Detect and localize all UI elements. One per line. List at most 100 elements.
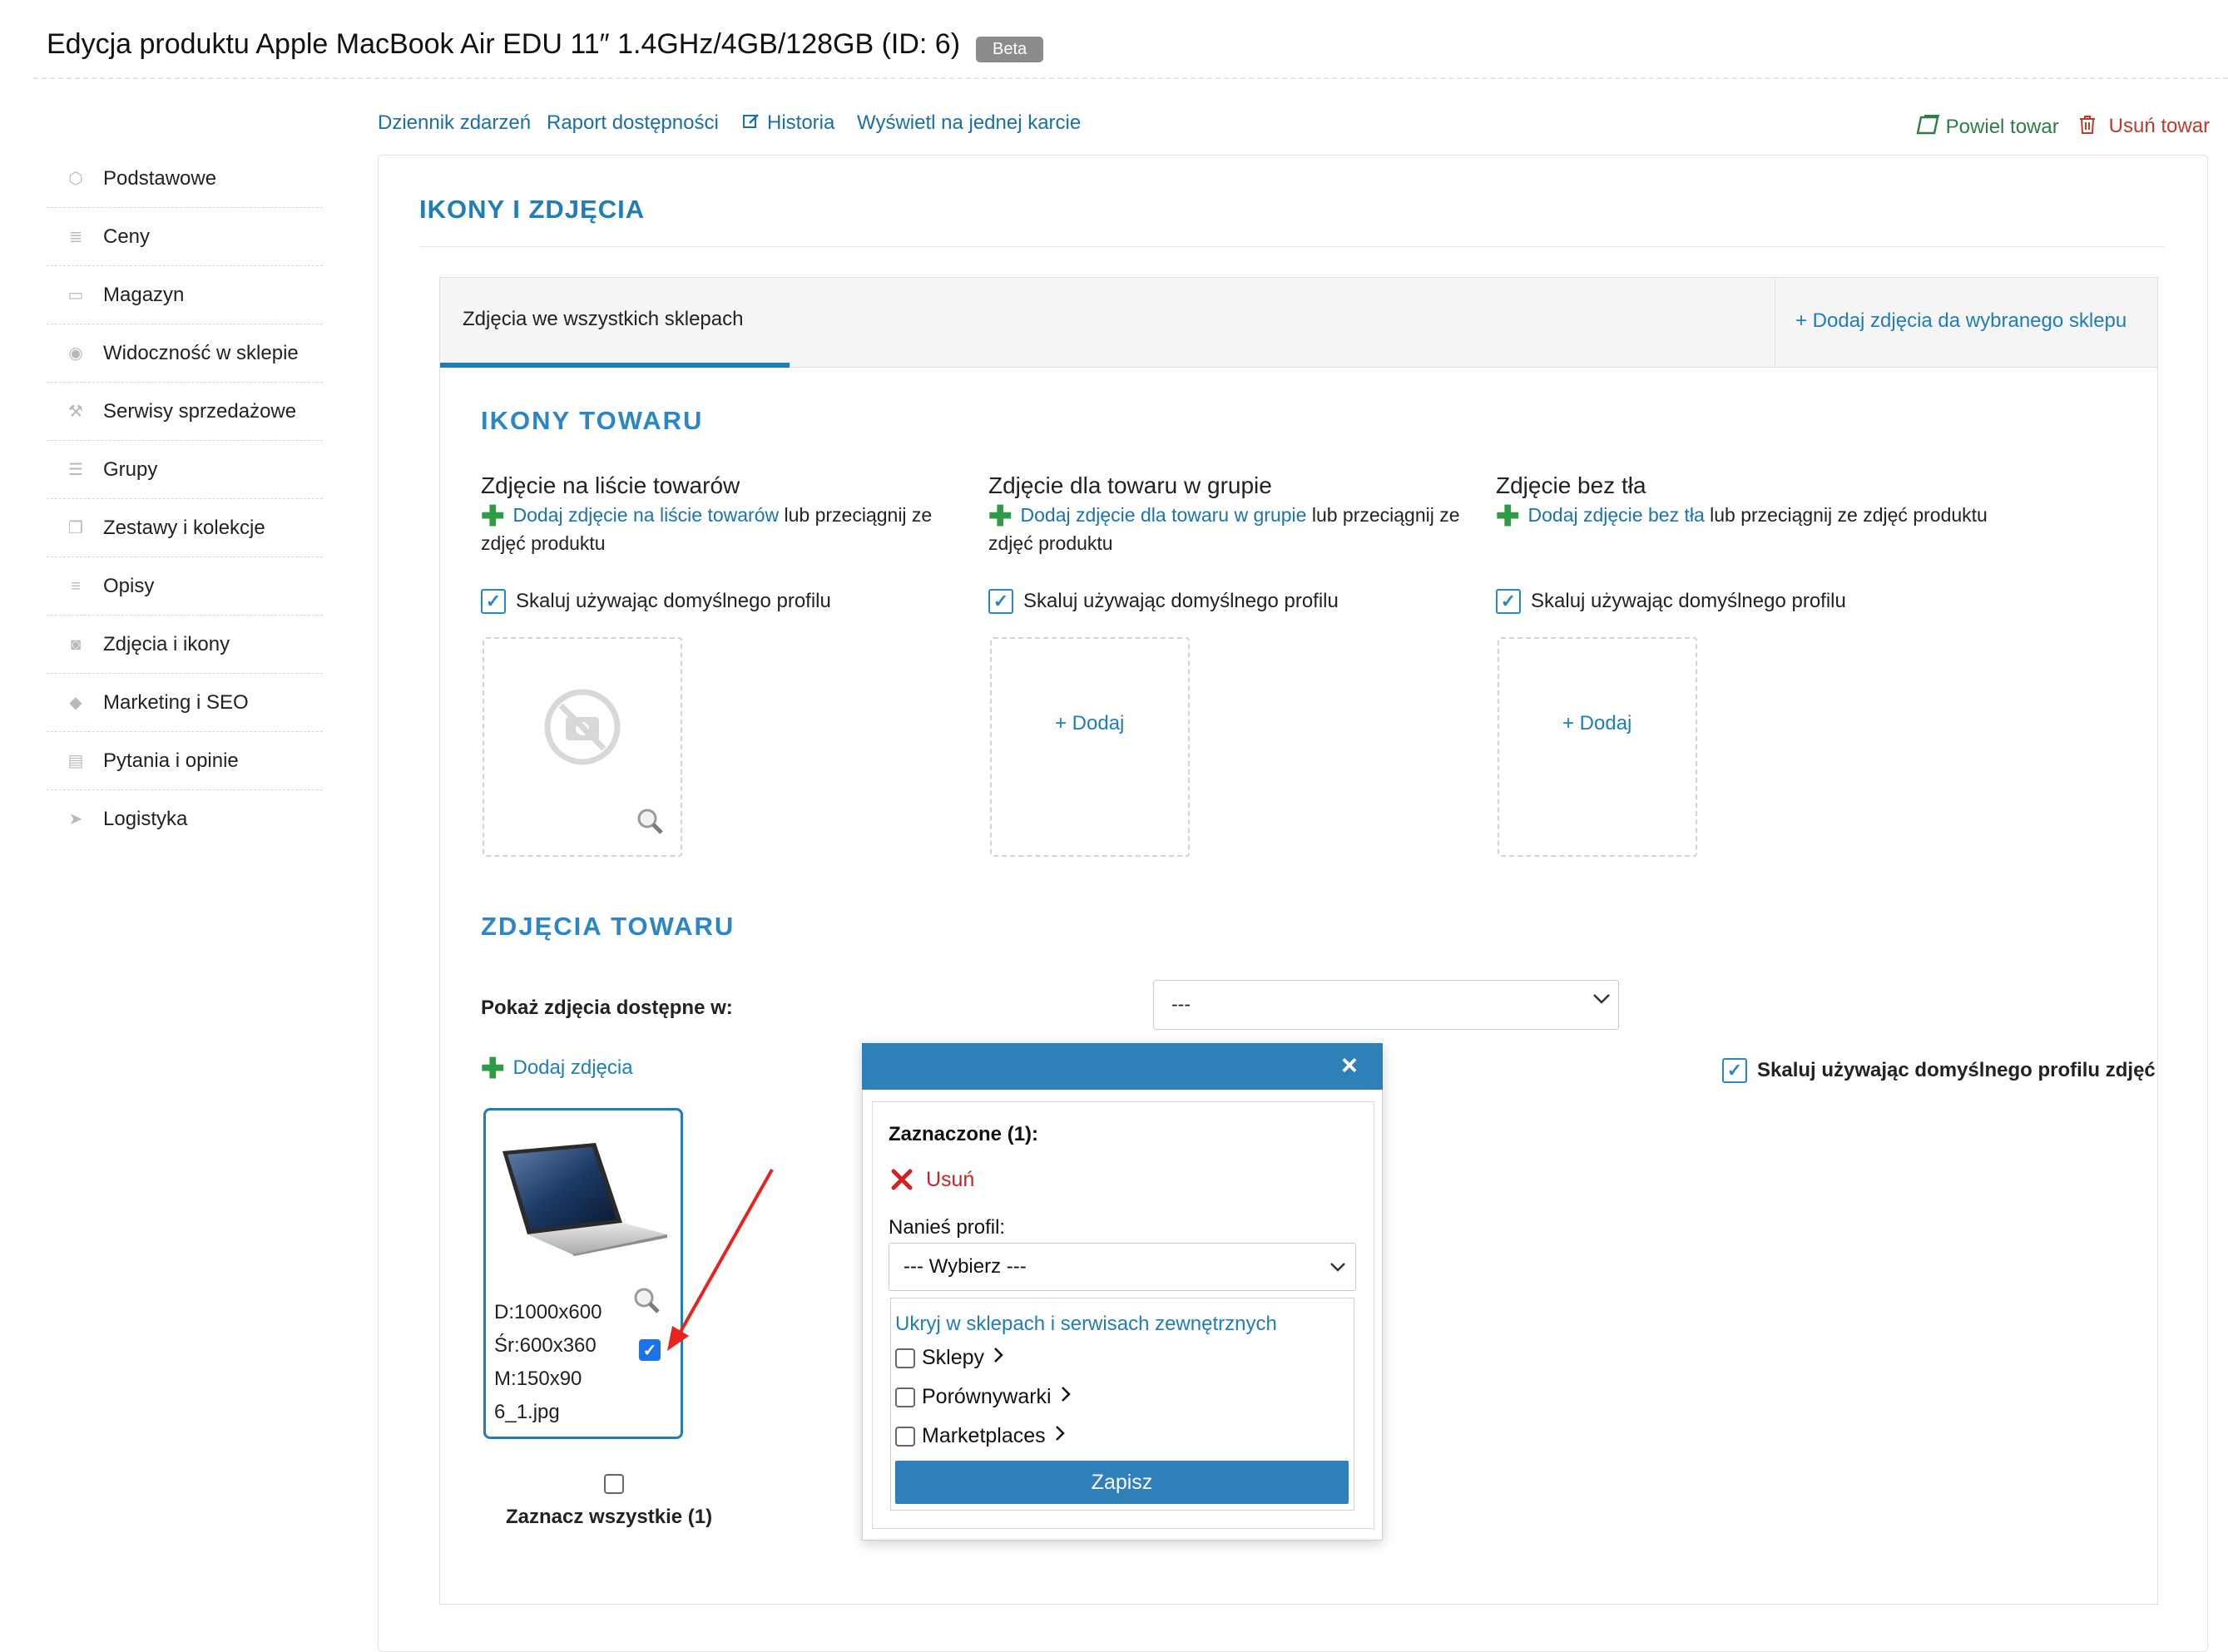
duplicate-icon: [1915, 115, 1946, 138]
add-photo-target[interactable]: dla towaru w grupie: [1141, 504, 1306, 526]
comment-icon: ▤: [67, 751, 84, 770]
delete-label: Usuń towar: [2108, 115, 2211, 137]
sidebar-item-basic[interactable]: ⬡ Podstawowe: [47, 150, 323, 208]
sidebar-item-sales-services[interactable]: ⚒ Serwisy sprzedażowe: [47, 383, 323, 441]
sidebar-item-questions[interactable]: ▤ Pytania i opinie: [47, 732, 323, 790]
add-photo-link[interactable]: Dodaj zdjęcie: [513, 504, 628, 526]
scale-checkbox-row[interactable]: ✓ Skaluj używając domyślnego profilu: [481, 589, 831, 614]
add-icon-button[interactable]: + Dodaj: [1055, 712, 1124, 735]
add-photo-target[interactable]: bez tła: [1648, 504, 1705, 526]
option-shops[interactable]: Sklepy: [895, 1346, 1004, 1370]
icon-dropzone[interactable]: [1498, 637, 1697, 857]
tab-add-shop-photos[interactable]: + Dodaj zdjęcia da wybranego sklepu: [1795, 309, 2127, 333]
select-all-label: Zaznacz wszystkie (1): [506, 1506, 713, 1528]
show-in-select[interactable]: [1153, 980, 1619, 1030]
option-comparators[interactable]: Porównywarki: [895, 1385, 1072, 1409]
chevron-down-icon: [1592, 993, 1611, 1009]
show-in-select-value: ---: [1171, 993, 1191, 1015]
marketplaces-checkbox[interactable]: [895, 1426, 915, 1447]
checkmark-icon[interactable]: ✓: [481, 589, 506, 614]
sidebar-item-prices[interactable]: ≣ Ceny: [47, 208, 323, 266]
hammer-icon: ⚒: [68, 402, 83, 421]
plus-icon: ✚: [481, 1053, 505, 1085]
photo-size-large: D:1000x600: [494, 1301, 602, 1323]
add-photo-link[interactable]: Dodaj zdjęcie: [1528, 504, 1643, 526]
chevron-right-icon[interactable]: [993, 1346, 1004, 1370]
add-photo-link[interactable]: Dodaj zdjęcie: [1021, 504, 1136, 526]
no-photo-icon: [542, 687, 622, 771]
column-heading: Zdjęcie dla towaru w grupie: [988, 472, 1272, 498]
sidebar-item-label: Serwisy sprzedażowe: [103, 399, 297, 423]
sidebar-item-visibility[interactable]: ◉ Widoczność w sklepie: [47, 324, 323, 383]
add-photo-target[interactable]: na liście towarów: [633, 504, 779, 526]
active-tab-indicator: [440, 363, 790, 368]
tag-icon: ◆: [69, 693, 82, 712]
magnifier-icon[interactable]: [632, 1286, 661, 1318]
sidebar-item-marketing[interactable]: ◆ Marketing i SEO: [47, 674, 323, 732]
add-icon-button[interactable]: + Dodaj: [1562, 712, 1631, 735]
icon-dropzone[interactable]: [990, 637, 1190, 857]
hide-title: Ukryj w sklepach i serwisach zewnętrznyc…: [895, 1313, 1277, 1335]
send-icon: ➤: [68, 810, 83, 828]
availability-report-link[interactable]: Raport dostępności: [547, 111, 719, 135]
magnifier-icon[interactable]: [636, 807, 664, 839]
duplicate-product-button[interactable]: Powiel towar: [1915, 115, 2059, 139]
sidebar-item-label: Marketing i SEO: [103, 690, 249, 714]
scale-photos-checkbox-row[interactable]: ✓ Skaluj używając domyślnego profilu zdję…: [1722, 1058, 2156, 1083]
trash-icon: [2078, 115, 2109, 137]
chevron-right-icon[interactable]: [1054, 1424, 1066, 1448]
sidebar-item-label: Podstawowe: [103, 166, 217, 190]
checkmark-icon[interactable]: ✓: [988, 589, 1013, 614]
sidebar-item-sets[interactable]: ❐ Zestawy i kolekcje: [47, 499, 323, 557]
scale-checkbox-label: Skaluj używając domyślnego profilu: [1023, 590, 1339, 612]
sidebar-item-groups[interactable]: ☰ Grupy: [47, 441, 323, 499]
camera-icon: ◙: [70, 635, 82, 654]
chevron-right-icon[interactable]: [1060, 1385, 1072, 1409]
photos-section-title: ZDJĘCIA TOWARU: [481, 912, 735, 941]
sidebar-item-warehouse[interactable]: ▭ Magazyn: [47, 266, 323, 324]
save-button[interactable]: Zapisz: [895, 1461, 1349, 1504]
one-card-link[interactable]: Wyświetl na jednej karcie: [857, 111, 1081, 135]
box-icon: ⬡: [68, 169, 83, 188]
section-title: IKONY I ZDJĘCIA: [419, 195, 646, 224]
section-divider: [419, 246, 2165, 247]
add-photos-label: Dodaj zdjęcia: [512, 1056, 633, 1079]
plus-icon: ✚: [988, 501, 1013, 532]
comparators-checkbox[interactable]: [895, 1387, 915, 1407]
column-heading: Zdjęcie bez tła: [1496, 472, 1646, 498]
close-icon[interactable]: ×: [1341, 1050, 1358, 1082]
sidebar-item-logistics[interactable]: ➤ Logistyka: [47, 790, 323, 848]
delete-product-button[interactable]: Usuń towar: [2078, 115, 2210, 138]
page-title: Edycja produktu Apple MacBook Air EDU 11…: [47, 28, 961, 60]
sidebar-item-photos[interactable]: ◙ Zdjęcia i ikony: [47, 616, 323, 674]
edit-icon: [742, 112, 760, 136]
sidebar-item-descriptions[interactable]: ≡ Opisy: [47, 557, 323, 616]
scale-photos-label: Skaluj używając domyślnego profilu zdjęć: [1757, 1059, 2156, 1081]
remove-selected-button[interactable]: Usuń: [890, 1168, 974, 1192]
scale-checkbox-row[interactable]: ✓ Skaluj używając domyślnego profilu: [988, 589, 1339, 614]
plus-icon: ✚: [481, 501, 505, 532]
history-link[interactable]: Historia: [742, 111, 834, 136]
chevron-down-icon: [1329, 1261, 1346, 1276]
checkmark-icon[interactable]: ✓: [1722, 1058, 1747, 1083]
sidebar-item-label: Grupy: [103, 458, 158, 481]
drag-hint: lub przeciągnij ze zdjęć produktu: [1704, 504, 1988, 526]
money-icon: ≣: [68, 227, 83, 246]
scale-checkbox-row[interactable]: ✓ Skaluj używając domyślnego profilu: [1496, 589, 1846, 614]
option-marketplaces[interactable]: Marketplaces: [895, 1424, 1066, 1448]
checkmark-icon[interactable]: ✓: [1496, 589, 1521, 614]
shops-checkbox[interactable]: [895, 1348, 915, 1368]
copy-icon: ❐: [68, 518, 83, 537]
select-all-checkbox[interactable]: [604, 1474, 624, 1494]
sidebar-item-label: Opisy: [103, 574, 155, 597]
event-log-link[interactable]: Dziennik zdarzeń: [378, 111, 531, 135]
add-photos-link[interactable]: ✚ Dodaj zdjęcia: [481, 1053, 633, 1085]
plus-icon: ✚: [1496, 501, 1520, 532]
sidebar-item-label: Widoczność w sklepie: [103, 341, 299, 364]
warehouse-icon: ▭: [67, 285, 84, 304]
sidebar-item-label: Zdjęcia i ikony: [103, 632, 230, 655]
photo-size-medium: Śr:600x360: [494, 1334, 597, 1357]
scale-checkbox-label: Skaluj używając domyślnego profilu: [516, 590, 831, 612]
option-label: Porównywarki: [922, 1385, 1052, 1408]
product-photo[interactable]: [498, 1141, 669, 1260]
